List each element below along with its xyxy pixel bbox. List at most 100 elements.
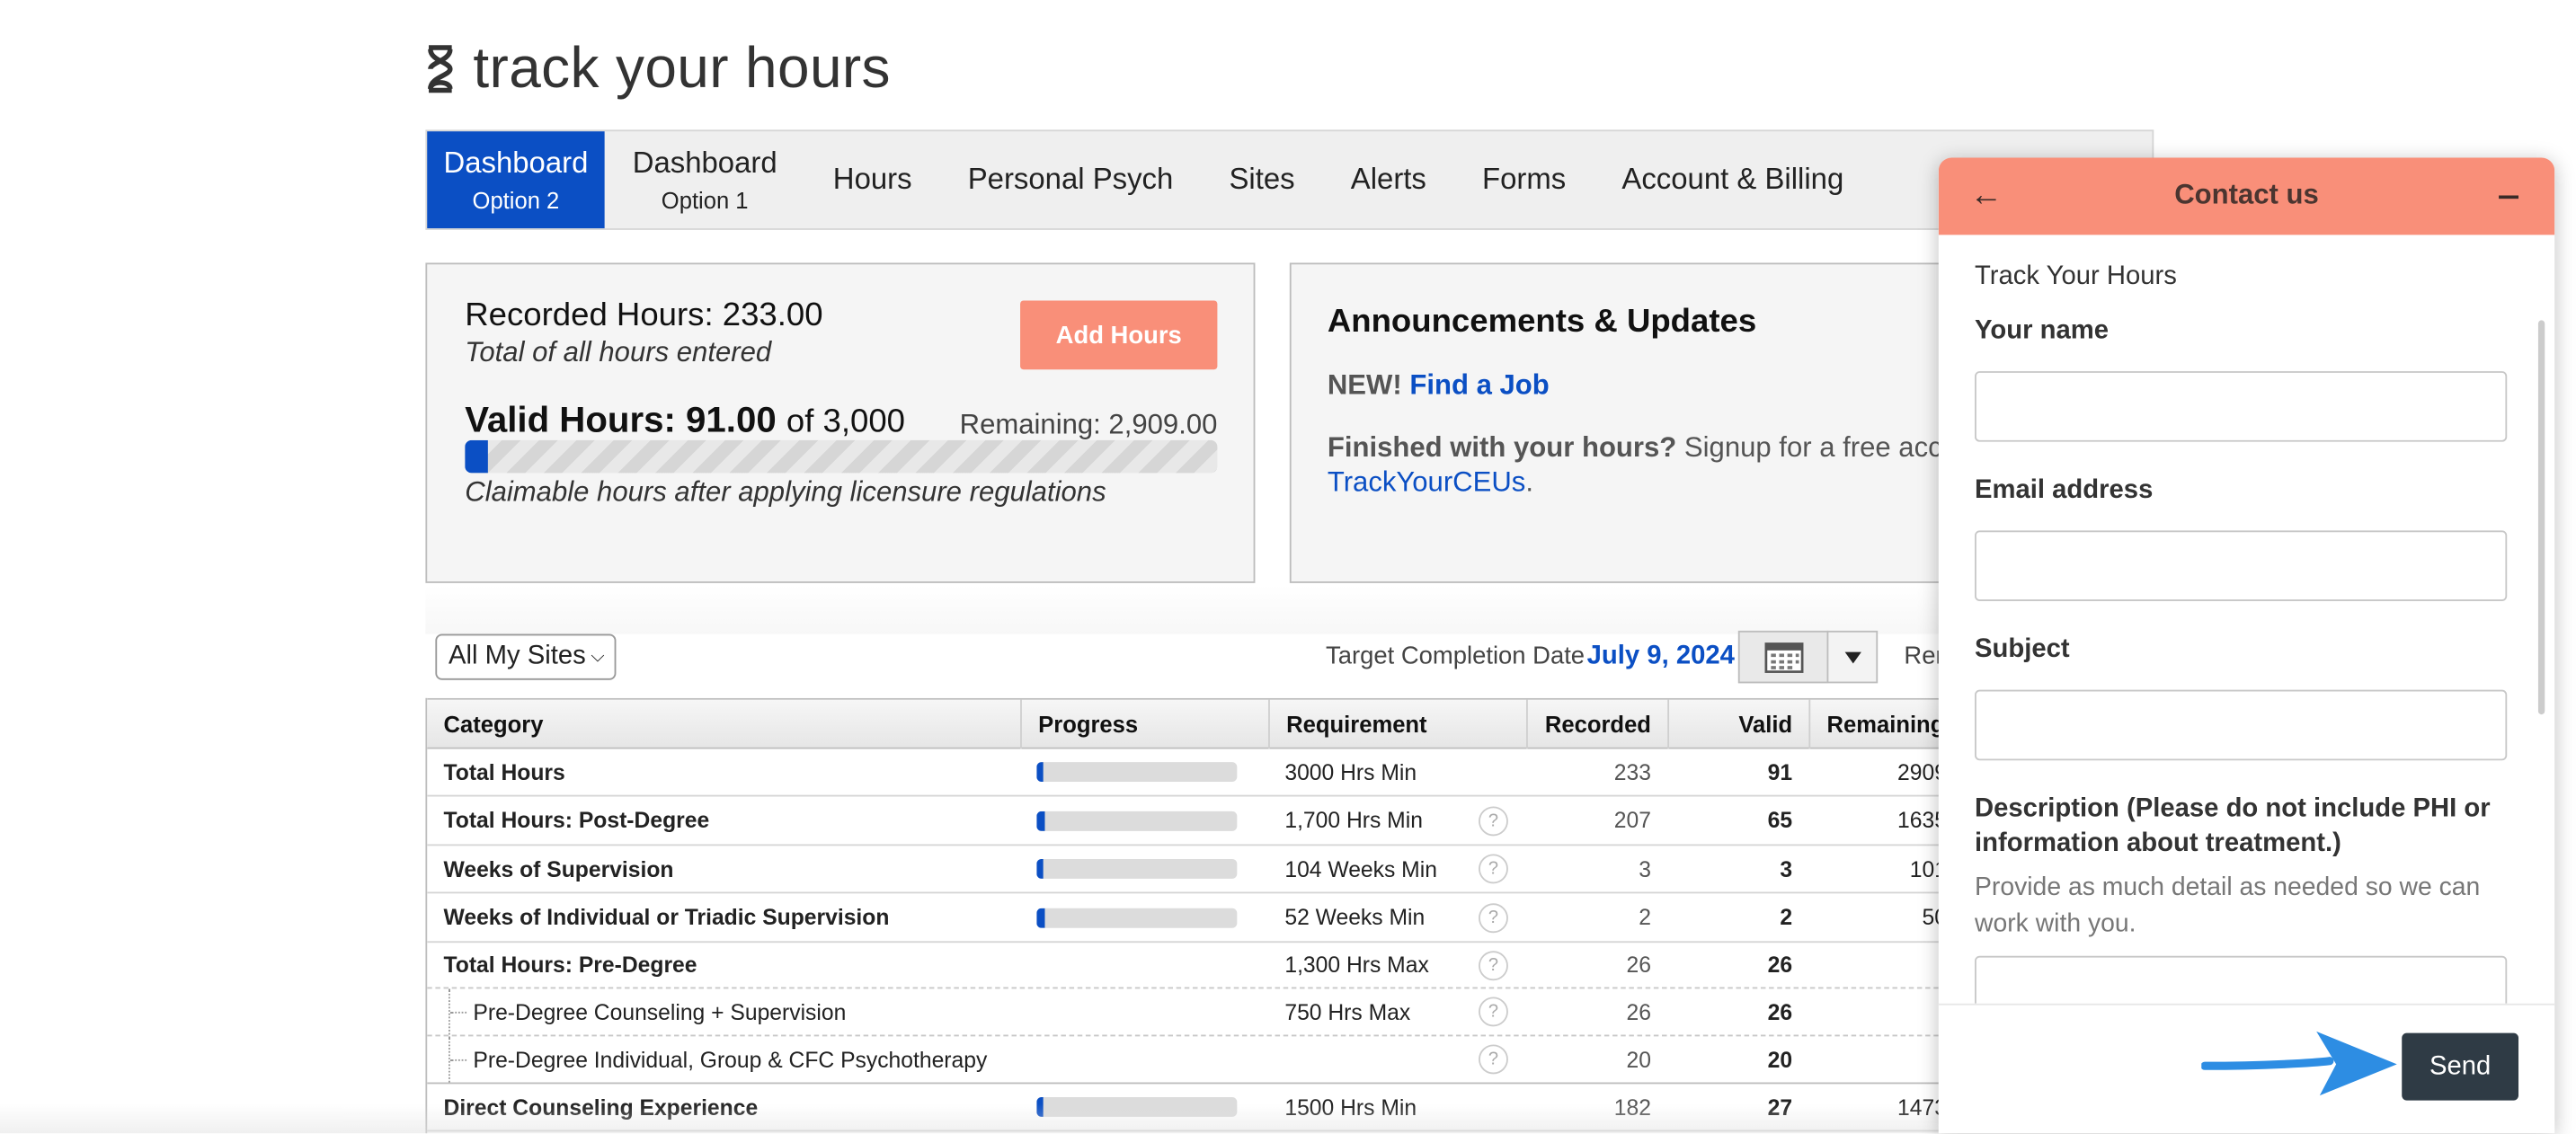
tab-label: Dashboard	[632, 146, 777, 180]
row-valid: 3	[1780, 856, 1793, 882]
table-row[interactable]: Pre-Degree Counseling + Supervision 750 …	[427, 988, 1964, 1037]
hourglass-icon	[428, 45, 453, 93]
progress-fill	[1036, 811, 1044, 830]
table-row[interactable]: Pre-Degree Individual, Group & CFC Psych…	[427, 1036, 1964, 1085]
recorded-hours-caption: Total of all hours entered	[465, 336, 772, 368]
add-hours-button[interactable]: Add Hours	[1020, 300, 1218, 370]
row-progress-bar	[1036, 1096, 1238, 1117]
description-textarea[interactable]	[1975, 955, 2508, 1004]
calendar-icon	[1763, 642, 1803, 673]
row-recorded: 3	[1639, 856, 1651, 882]
row-valid: 26	[1767, 999, 1793, 1024]
help-icon[interactable]: ?	[1479, 902, 1508, 933]
finished-text: Signup for a free accou	[1683, 431, 1974, 464]
tab-personal-psych[interactable]: Personal Psych	[940, 131, 1202, 228]
remaining-hours: Remaining: 2,909.00	[959, 409, 1218, 440]
row-category: Weeks of Individual or Triadic Supervisi…	[443, 905, 890, 930]
tree-connector	[448, 1036, 467, 1083]
find-a-job-link[interactable]: Find a Job	[1409, 369, 1549, 401]
target-completion-date[interactable]: July 9, 2024	[1587, 642, 1735, 672]
tab-forms[interactable]: Forms	[1454, 131, 1594, 228]
row-recorded: 207	[1613, 808, 1651, 833]
requirements-table: Category Progress Requirement Recorded V…	[425, 697, 1964, 1134]
valid-hours: Valid Hours: 91.00 of 3,000	[465, 399, 905, 442]
chevron-down-icon: ⌵	[591, 647, 605, 668]
help-icon[interactable]: ?	[1479, 950, 1508, 980]
name-label: Your name	[1975, 316, 2109, 345]
table-row[interactable]: Direct Counseling Experience 1500 Hrs Mi…	[427, 1084, 1964, 1132]
form-scrollbar[interactable]	[2537, 320, 2545, 715]
table-row[interactable]: Total Hours: Pre-Degree 1,300 Hrs Max ? …	[427, 943, 1964, 989]
help-icon[interactable]: ?	[1479, 997, 1508, 1027]
contact-title: Contact us	[2174, 179, 2319, 210]
valid-hours-progress-bar	[465, 439, 1218, 474]
row-requirement: 1,700 Hrs Min	[1284, 808, 1423, 833]
subject-input[interactable]	[1975, 689, 2508, 761]
tab-hours[interactable]: Hours	[805, 131, 940, 228]
col-progress: Progress	[1022, 699, 1270, 749]
help-icon[interactable]: ?	[1479, 805, 1508, 836]
caret-down-icon	[1843, 651, 1861, 663]
row-recorded: 20	[1626, 1047, 1651, 1072]
progress-fill	[1036, 858, 1044, 879]
subject-label: Subject	[1975, 635, 2070, 664]
row-recorded: 26	[1626, 952, 1651, 978]
table-row[interactable]: Weeks of Individual or Triadic Supervisi…	[427, 893, 1964, 944]
row-valid: 2	[1780, 905, 1793, 930]
description-help: Provide as much detail as needed so we c…	[1975, 873, 2481, 938]
calendar-button[interactable]	[1737, 630, 1829, 684]
tab-alerts[interactable]: Alerts	[1323, 131, 1454, 228]
tab-account-billing[interactable]: Account & Billing	[1594, 131, 1871, 228]
trackyourceus-link[interactable]: TrackYourCEUs	[1328, 466, 1525, 498]
description-label: Description (Please do not include PHI o…	[1975, 794, 2491, 858]
finished-heading: Finished with your hours?	[1327, 431, 1677, 464]
row-category: Direct Counseling Experience	[443, 1094, 759, 1120]
contact-brand: Track Your Hours	[1975, 262, 2177, 291]
row-category: Total Hours: Post-Degree	[443, 808, 710, 833]
help-icon[interactable]: ?	[1479, 1044, 1508, 1075]
row-progress-bar	[1036, 907, 1238, 927]
new-label: NEW!	[1327, 369, 1402, 401]
progress-fill	[1036, 1096, 1044, 1117]
table-row[interactable]: Total Hours 3000 Hrs Min 233 91 2909	[427, 749, 1964, 797]
announcement-finished: Finished with your hours? Signup for a f…	[1328, 430, 1985, 500]
row-valid: 26	[1767, 952, 1793, 978]
minimize-icon[interactable]	[2499, 195, 2519, 199]
row-requirement: 750 Hrs Max	[1284, 999, 1411, 1024]
row-valid: 27	[1767, 1094, 1793, 1120]
row-recorded: 26	[1626, 999, 1651, 1024]
tab-dashboard-option-1[interactable]: Dashboard Option 1	[605, 131, 805, 228]
contact-form: Track Your Hours Your name Email address…	[1939, 235, 2554, 1004]
tab-dashboard-option-2[interactable]: Dashboard Option 2	[427, 131, 605, 229]
sites-select-value: All My Sites	[448, 642, 586, 670]
table-row[interactable]: Total Hours: Post-Degree 1,700 Hrs Min ?…	[427, 796, 1964, 846]
progress-fill	[1036, 907, 1044, 927]
row-category: Weeks of Supervision	[443, 856, 674, 882]
tab-sites[interactable]: Sites	[1201, 131, 1322, 228]
claimable-note: Claimable hours after applying licensure…	[465, 476, 1106, 508]
tab-label: Dashboard	[443, 146, 589, 180]
table-header: Category Progress Requirement Recorded V…	[427, 697, 1964, 749]
email-label: Email address	[1975, 476, 2154, 505]
page-root: track your hours Dashboard Option 2 Dash…	[0, 0, 2576, 1134]
row-progress-bar	[1036, 811, 1238, 830]
row-requirement: 1,300 Hrs Max	[1284, 952, 1429, 978]
progress-fill	[1036, 762, 1044, 783]
sites-select[interactable]: All My Sites ⌵	[435, 633, 617, 680]
row-category: Pre-Degree Individual, Group & CFC Psych…	[473, 1047, 988, 1072]
help-icon[interactable]: ?	[1479, 854, 1508, 884]
table-row[interactable]: Weeks of Supervision 104 Weeks Min ? 3 3…	[427, 846, 1964, 894]
send-button[interactable]: Send	[2402, 1032, 2519, 1101]
row-requirement: 104 Weeks Min	[1284, 856, 1437, 882]
progress-fill	[465, 439, 488, 474]
col-valid: Valid	[1669, 699, 1811, 749]
date-dropdown-button[interactable]	[1826, 630, 1879, 684]
pointer-arrow	[2201, 1031, 2397, 1096]
announcements-panel: Announcements & Updates NEW! Find a Job …	[1289, 262, 1980, 583]
period: .	[1525, 466, 1533, 498]
announcement-new-job: NEW! Find a Job	[1328, 369, 1550, 403]
row-category: Pre-Degree Counseling + Supervision	[473, 999, 847, 1024]
email-input[interactable]	[1975, 530, 2508, 601]
logo[interactable]: track your hours	[424, 36, 891, 102]
name-input[interactable]	[1975, 371, 2508, 442]
